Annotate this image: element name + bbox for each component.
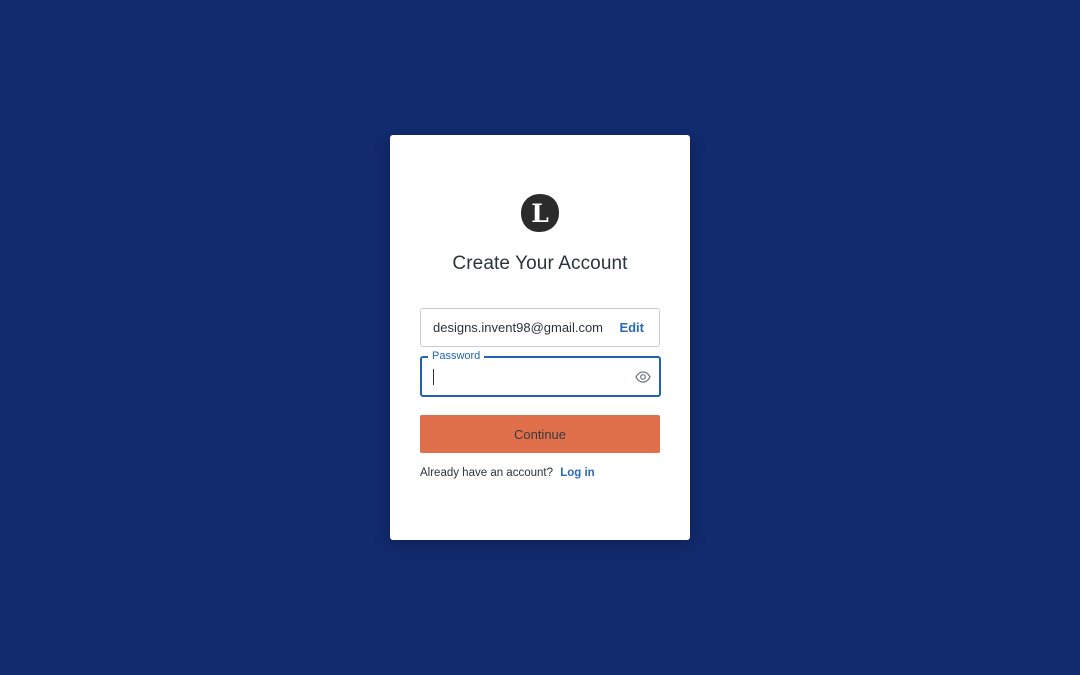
text-caret [433,369,434,385]
page-title: Create Your Account [452,253,628,274]
login-link[interactable]: Log in [560,467,595,479]
password-field[interactable]: Password [420,349,661,397]
password-label: Password [428,349,485,363]
password-input[interactable] [432,364,622,390]
login-prompt-text: Already have an account? [420,467,553,479]
login-prompt: Already have an account? Log in [420,467,595,479]
eye-icon[interactable] [635,370,651,384]
signup-card: L Create Your Account designs.invent98@g… [390,135,690,540]
edit-email-link[interactable]: Edit [619,320,644,335]
logo-letter: L [531,199,549,228]
email-value: designs.invent98@gmail.com [433,320,604,335]
continue-button[interactable]: Continue [420,415,660,453]
email-field: designs.invent98@gmail.com Edit [420,308,660,347]
brand-logo-icon: L [520,193,560,233]
